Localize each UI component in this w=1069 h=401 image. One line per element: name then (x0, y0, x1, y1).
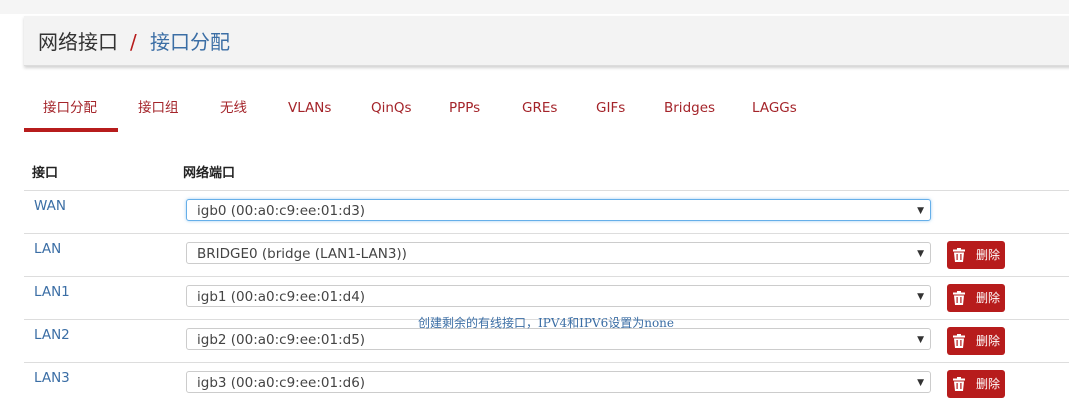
select-value: igb3 (00:a0:c9:ee:01:d6) (197, 375, 366, 391)
trash-icon (953, 248, 965, 262)
caret-down-icon: ▼ (917, 206, 924, 216)
caret-down-icon: ▼ (917, 249, 924, 259)
caret-down-icon: ▼ (917, 378, 924, 388)
delete-label: 删除 (976, 334, 1001, 348)
top-strip (0, 0, 1069, 14)
page: 网络接口 / 接口分配 接口分配 接口组 无线 VLANs QinQs PPPs… (0, 0, 1069, 401)
interface-link-lan3[interactable]: LAN3 (34, 370, 70, 386)
breadcrumb-separator: / (130, 30, 137, 54)
breadcrumb-current[interactable]: 接口分配 (150, 29, 230, 55)
caret-down-icon: ▼ (917, 335, 924, 345)
caret-down-icon: ▼ (917, 292, 924, 302)
column-header-network-port: 网络端口 (183, 166, 236, 181)
annotation-note: 创建剩余的有线接口，IPV4和IPV6设置为none (418, 316, 675, 330)
tab-interface-groups[interactable]: 接口组 (138, 96, 179, 134)
trash-icon (953, 291, 965, 305)
tab-vlans[interactable]: VLANs (288, 96, 331, 134)
column-header-interface: 接口 (32, 166, 59, 181)
breadcrumb-parent[interactable]: 网络接口 (38, 29, 118, 55)
tab-wireless[interactable]: 无线 (220, 96, 247, 134)
breadcrumb: 网络接口 / 接口分配 (24, 16, 1069, 66)
delete-button-lan1[interactable]: 删除 (947, 284, 1005, 312)
tab-bar: 接口分配 接口组 无线 VLANs QinQs PPPs GREs GIFs B… (24, 96, 1069, 134)
interface-link-wan[interactable]: WAN (34, 198, 66, 214)
delete-button-lan3[interactable]: 删除 (947, 370, 1005, 398)
network-port-select-lan[interactable]: BRIDGE0 (bridge (LAN1-LAN3)) ▼ (186, 242, 931, 264)
network-port-select-lan1[interactable]: igb1 (00:a0:c9:ee:01:d4) ▼ (186, 285, 931, 307)
select-value: BRIDGE0 (bridge (LAN1-LAN3)) (197, 246, 407, 262)
table-row: LAN BRIDGE0 (bridge (LAN1-LAN3)) ▼ 删除 (24, 233, 1069, 277)
tab-ppps[interactable]: PPPs (449, 96, 480, 134)
trash-icon (953, 334, 965, 348)
interface-link-lan1[interactable]: LAN1 (34, 284, 70, 300)
network-port-select-lan3[interactable]: igb3 (00:a0:c9:ee:01:d6) ▼ (186, 371, 931, 393)
tab-gres[interactable]: GREs (522, 96, 557, 134)
tab-gifs[interactable]: GIFs (596, 96, 625, 134)
interface-link-lan[interactable]: LAN (34, 241, 61, 257)
network-port-select-lan2[interactable]: igb2 (00:a0:c9:ee:01:d5) ▼ (186, 328, 931, 350)
interface-link-lan2[interactable]: LAN2 (34, 327, 70, 343)
delete-button-lan2[interactable]: 删除 (947, 327, 1005, 355)
delete-label: 删除 (976, 248, 1001, 262)
delete-button-lan[interactable]: 删除 (947, 241, 1005, 269)
table-row: WAN igb0 (00:a0:c9:ee:01:d3) ▼ (24, 190, 1069, 234)
tab-bridges[interactable]: Bridges (664, 96, 715, 134)
delete-label: 删除 (976, 291, 1001, 305)
network-port-select-wan[interactable]: igb0 (00:a0:c9:ee:01:d3) ▼ (186, 199, 931, 221)
tab-laggs[interactable]: LAGGs (752, 96, 797, 134)
active-tab-indicator (24, 128, 118, 132)
tab-qinqs[interactable]: QinQs (371, 96, 412, 134)
select-value: igb0 (00:a0:c9:ee:01:d3) (197, 203, 366, 219)
delete-label: 删除 (976, 377, 1001, 391)
select-value: igb1 (00:a0:c9:ee:01:d4) (197, 289, 366, 305)
trash-icon (953, 377, 965, 391)
select-value: igb2 (00:a0:c9:ee:01:d5) (197, 332, 366, 348)
table-row: LAN3 igb3 (00:a0:c9:ee:01:d6) ▼ 删除 (24, 362, 1069, 401)
